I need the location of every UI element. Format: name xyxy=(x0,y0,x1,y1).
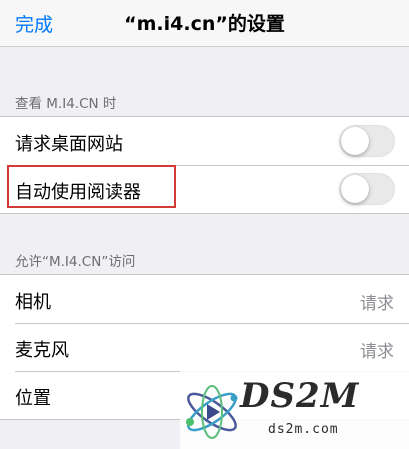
microphone-row[interactable]: 麦克风 请求 xyxy=(0,323,409,371)
section-header-viewing: 查看 M.I4.CN 时 xyxy=(15,96,117,112)
page-title: “m.i4.cn”的设置 xyxy=(124,13,285,35)
camera-label: 相机 xyxy=(15,292,51,313)
request-desktop-site-toggle[interactable] xyxy=(339,125,395,157)
atom-logo-icon xyxy=(186,385,238,439)
watermark: DS2M ds2m.com xyxy=(180,370,409,449)
microphone-value: 请求 xyxy=(360,342,394,362)
watermark-logo-text: DS2M xyxy=(240,376,360,416)
navigation-bar: 完成 “m.i4.cn”的设置 xyxy=(0,0,409,47)
camera-row[interactable]: 相机 请求 xyxy=(0,275,409,323)
request-desktop-site-row: 请求桌面网站 xyxy=(0,117,409,165)
highlight-box xyxy=(7,165,176,208)
camera-value: 请求 xyxy=(360,294,394,314)
request-desktop-site-label: 请求桌面网站 xyxy=(15,134,123,155)
toggle-knob xyxy=(341,127,369,155)
location-label: 位置 xyxy=(15,388,51,409)
microphone-label: 麦克风 xyxy=(15,340,69,361)
auto-reader-toggle[interactable] xyxy=(339,173,395,205)
section-header-permissions: 允许“M.I4.CN”访问 xyxy=(15,254,136,270)
toggle-knob xyxy=(341,175,369,203)
watermark-subtext: ds2m.com xyxy=(268,422,339,437)
